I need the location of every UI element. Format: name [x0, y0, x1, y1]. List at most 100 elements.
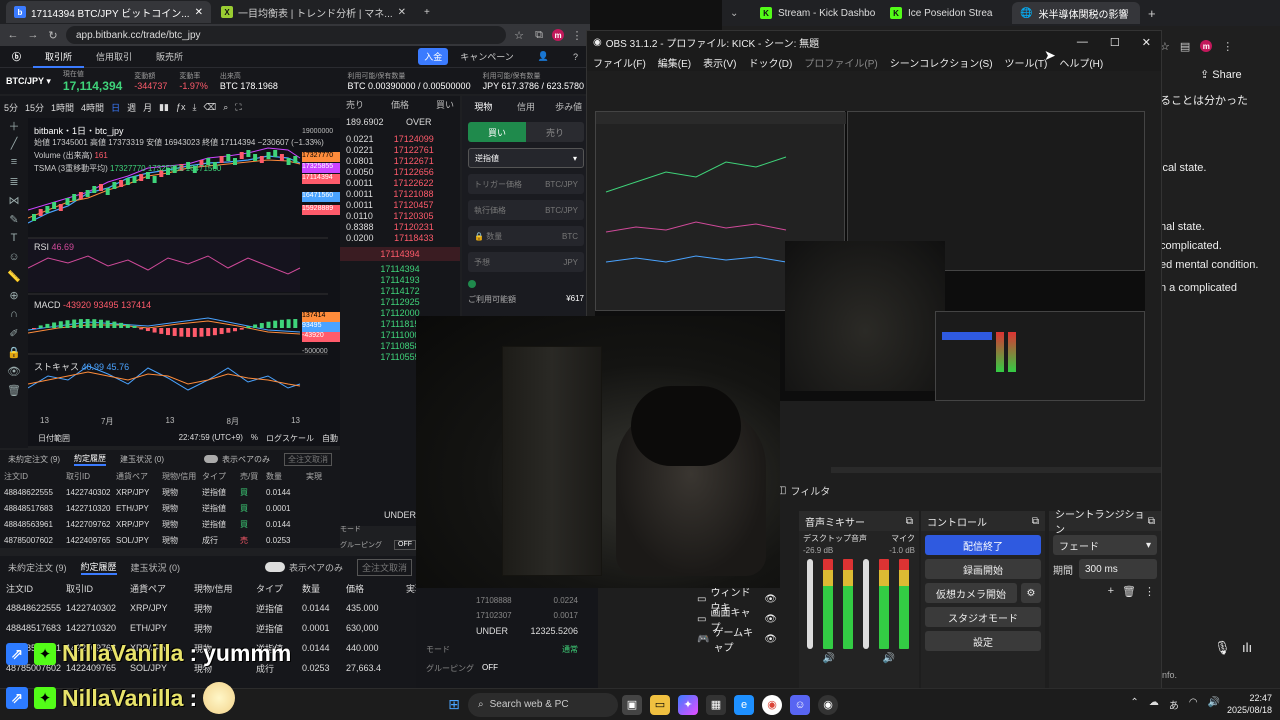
tab-positions[interactable]: 建玉状況 (0)	[131, 561, 181, 574]
volume-icon[interactable]: 🔊	[1208, 697, 1220, 712]
speaker-icon[interactable]: 🔊	[823, 653, 835, 664]
sell-button[interactable]: 売り	[526, 122, 584, 142]
profile-avatar[interactable]: m	[552, 29, 564, 41]
tab-kick-dashboard[interactable]: K Stream - Kick Dashbo	[752, 2, 880, 24]
tab-margin[interactable]: 信用	[505, 100, 548, 113]
text-icon[interactable]: T	[0, 232, 28, 251]
deposit-button[interactable]: 入金	[418, 48, 449, 65]
desktop-volume-slider[interactable]	[807, 559, 813, 649]
interval-1d[interactable]: 日	[111, 101, 120, 114]
crosshair-icon[interactable]: ＋	[0, 118, 28, 137]
ask-row[interactable]: 0.0011 17120457	[340, 200, 460, 211]
nav-exchange[interactable]: 取引所	[33, 46, 85, 68]
ime-icon[interactable]: あ	[1169, 697, 1179, 712]
studio-mode-button[interactable]: スタジオモード	[925, 607, 1041, 627]
edge-icon[interactable]: e	[734, 694, 754, 715]
menu-scene-collection[interactable]: シーンコレクション(S)	[890, 55, 993, 70]
file-explorer-icon[interactable]: ▭	[650, 694, 670, 715]
interval-1w[interactable]: 週	[127, 101, 136, 114]
store-icon[interactable]: ▦	[706, 694, 726, 715]
order-row[interactable]: 48848563961 1422709762 XRP/JPY 現物 逆指値 買 0.0144	[0, 516, 340, 532]
magnet-icon[interactable]: ∩	[0, 308, 28, 327]
interval-4h[interactable]: 4時間	[81, 101, 104, 114]
taskbar-clock[interactable]: 22:47 2025/08/18	[1227, 692, 1272, 716]
bid-row[interactable]: 17114193	[340, 275, 460, 286]
filters-tab[interactable]: ◫ フィルタ	[777, 483, 830, 498]
ask-row[interactable]: 0.0050 17122656	[340, 167, 460, 178]
new-tab-button[interactable]: +	[1148, 6, 1156, 21]
order-row[interactable]: 48848622555 1422740302 XRP/JPY 現物 逆指値 買 0.0144	[0, 484, 340, 500]
user-icon[interactable]: 👤	[526, 51, 561, 62]
interval-5m[interactable]: 5分	[4, 101, 18, 114]
stop-stream-button[interactable]: 配信終了	[925, 535, 1041, 555]
bid-row[interactable]: 17112925	[340, 297, 460, 308]
share-button[interactable]: ⇪ Share	[1200, 68, 1242, 81]
maximize-icon[interactable]: ☐	[1110, 36, 1120, 49]
menu-help[interactable]: ヘルプ(H)	[1059, 55, 1103, 70]
tab-trade-history[interactable]: 約定履歴	[74, 453, 106, 466]
tab-trade-history[interactable]: 約定履歴	[80, 560, 117, 575]
gear-icon[interactable]: ⚙	[1021, 583, 1041, 603]
fullscreen-icon[interactable]: ⛶	[235, 102, 241, 113]
menu-tools[interactable]: ツール(T)	[1005, 55, 1048, 70]
undock-icon[interactable]: ⧉	[1032, 516, 1039, 527]
eye-icon[interactable]: 👁	[764, 594, 777, 605]
preview-scrollbar[interactable]	[831, 467, 1161, 473]
transition-select[interactable]: フェード ▾	[1053, 535, 1157, 555]
ask-row[interactable]: 0.0110 17120305	[340, 211, 460, 222]
pencil-icon[interactable]: ✐	[0, 327, 28, 346]
obs-icon[interactable]: ◉	[818, 694, 838, 715]
tab-ice-poseidon[interactable]: K Ice Poseidon Strea	[882, 2, 1010, 24]
tab-ichimoku[interactable]: X 一目均衡表 | トレンド分析 | マネ... ✕	[213, 1, 414, 23]
campaign-link[interactable]: キャンペーン	[448, 50, 526, 63]
ask-row[interactable]: 0.0221 17122761	[340, 145, 460, 156]
ask-row[interactable]: 0.0200 17118433	[340, 233, 460, 244]
toggle-switch[interactable]	[264, 562, 285, 572]
bid-row[interactable]: 17114172	[340, 286, 460, 297]
pair-only-toggle[interactable]: 表示ペアのみ	[264, 561, 343, 574]
cancel-all-button[interactable]: 全注文取消	[356, 558, 412, 576]
chevron-up-icon[interactable]: ⌃	[1130, 697, 1138, 712]
minimize-icon[interactable]: —	[1077, 36, 1088, 49]
menu-icon[interactable]: ⋮	[570, 29, 584, 42]
order-row[interactable]: 48848517683 1422710320 ETH/JPY 現物 逆指値 買 0.0001	[0, 500, 340, 516]
menu-edit[interactable]: 編集(E)	[658, 55, 691, 70]
menu-icon[interactable]: ⋮	[1222, 40, 1233, 53]
bid-row[interactable]: 17114394	[340, 264, 460, 275]
ask-row[interactable]: 0.0011 17121088	[340, 189, 460, 200]
tab-search-icon[interactable]: ⌄	[730, 8, 750, 19]
ask-row[interactable]: 0.0801 17122671	[340, 156, 460, 167]
lock-icon[interactable]: 🔒	[0, 346, 28, 365]
interval-1h[interactable]: 1時間	[51, 101, 74, 114]
eye-icon[interactable]: 👁	[764, 634, 777, 645]
close-icon[interactable]: ✕	[1142, 36, 1151, 49]
tab-tape[interactable]: 歩み値	[547, 100, 590, 113]
source-item[interactable]: 🎮 ゲームキャプ 👁	[697, 628, 777, 654]
zoom-icon[interactable]: ⌕	[223, 102, 228, 113]
pair-selector[interactable]: BTC/JPY ▾	[6, 76, 51, 87]
zoom-in-icon[interactable]: ⊕	[0, 289, 28, 308]
eye-icon[interactable]: 👁	[764, 614, 777, 625]
nav-retail[interactable]: 販売所	[144, 50, 195, 63]
back-icon[interactable]: ←	[6, 29, 20, 41]
order-row[interactable]: 48785007602 1422409765 SOL/JPY 現物 成行 売 0.0253	[0, 532, 340, 548]
fib-icon[interactable]: ≣	[0, 175, 28, 194]
undock-icon[interactable]: ⧉	[906, 516, 913, 527]
start-record-button[interactable]: 録画開始	[925, 559, 1041, 579]
task-view-icon[interactable]: ▣	[622, 694, 642, 715]
toggle-switch[interactable]	[204, 455, 218, 463]
menu-file[interactable]: ファイル(F)	[593, 55, 646, 70]
order-row[interactable]: 48848622555 1422740302 XRP/JPY 現物 逆指値 0.0144 4…	[0, 598, 420, 618]
reload-icon[interactable]: ↻	[46, 29, 60, 42]
auto-scale-toggle[interactable]: 自動	[322, 433, 338, 444]
brush-icon[interactable]: ✎	[0, 213, 28, 232]
pattern-icon[interactable]: ⋈	[0, 194, 28, 213]
log-scale-toggle[interactable]: ログスケール	[266, 433, 314, 444]
tab-positions[interactable]: 建玉状況 (0)	[120, 454, 164, 465]
undock-icon[interactable]: ⧉	[1148, 516, 1155, 527]
bookmark-star-icon[interactable]: ☆	[512, 29, 526, 42]
duration-input[interactable]: 300 ms	[1079, 559, 1157, 579]
discord-icon[interactable]: ☺	[790, 694, 810, 715]
ask-row[interactable]: 0.8388 17120231	[340, 222, 460, 233]
taskbar-search[interactable]: ⌕ Search web & PC	[468, 692, 618, 717]
